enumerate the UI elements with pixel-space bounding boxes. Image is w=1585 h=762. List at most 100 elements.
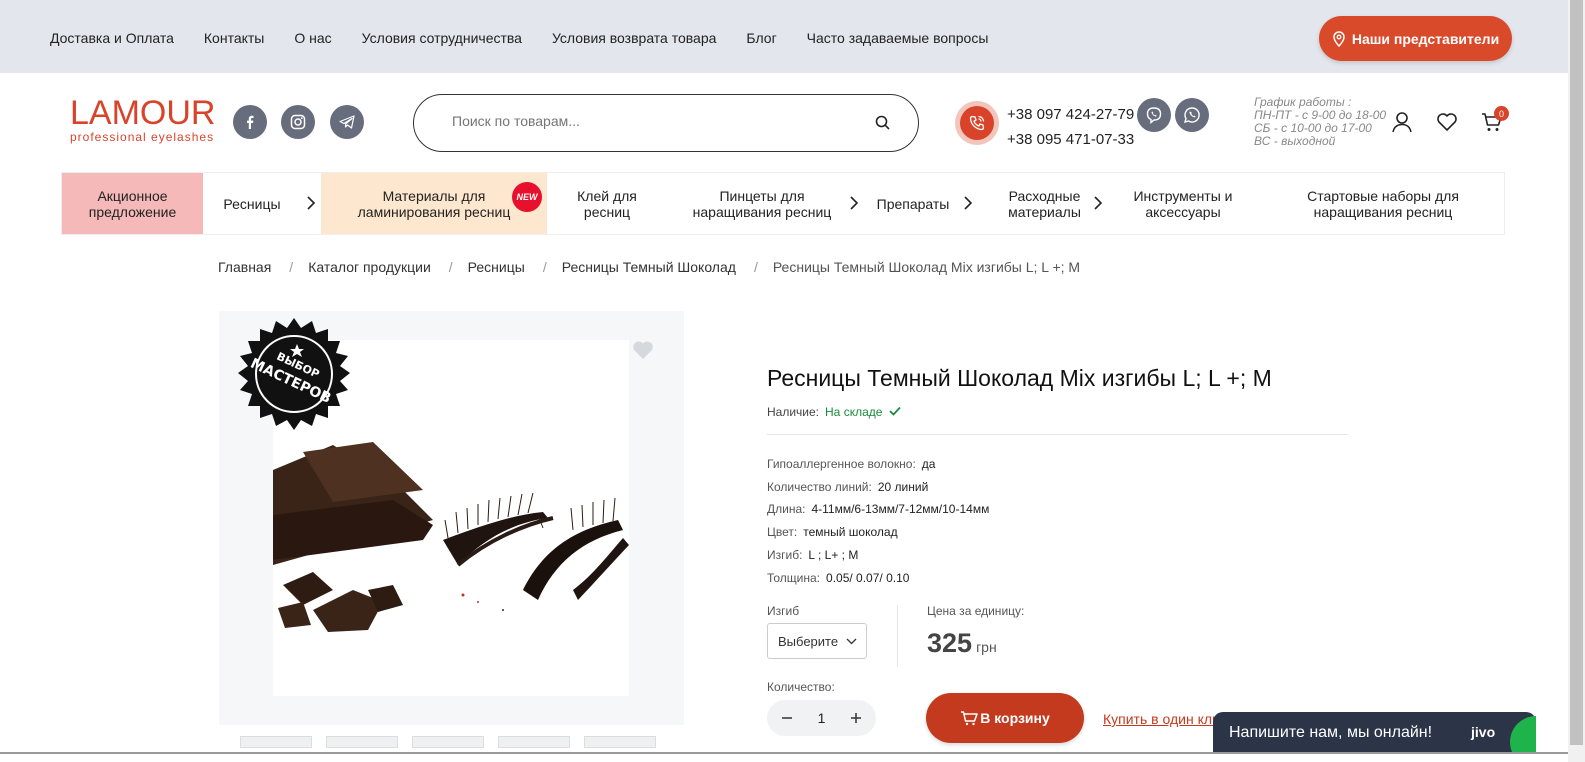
top-nav-cooperation[interactable]: Условия сотрудничества [362, 30, 522, 46]
bend-select-value: Выберите [778, 633, 839, 649]
property-row: Гипоаллергенное волокно: да [767, 453, 989, 476]
schedule-sunday: ВС - выходной [1254, 134, 1336, 148]
property-key: Толщина: [767, 570, 821, 585]
category-tools[interactable]: Инструменты и аксессуары [1118, 173, 1248, 234]
property-key: Изгиб: [767, 547, 803, 562]
facebook-icon[interactable] [233, 105, 267, 139]
top-nav-returns[interactable]: Условия возврата товара [552, 30, 716, 46]
category-label: Материалы для ламинирования ресниц [357, 187, 511, 220]
category-lamination[interactable]: Материалы для ламинирования ресниц NEW [321, 173, 547, 234]
add-to-cart-label: В корзину [980, 710, 1050, 726]
category-label: Расходные материалы [1008, 187, 1081, 220]
product-title: Ресницы Темный Шоколад Mix изгибы L; L +… [767, 365, 1272, 391]
quantity-value[interactable]: 1 [818, 710, 826, 726]
thumbnail[interactable] [584, 736, 656, 748]
representatives-label: Наши представители [1351, 30, 1500, 47]
scrollbar-thumb[interactable] [1570, 0, 1583, 745]
divider [767, 434, 1347, 435]
category-label: Ресницы [223, 195, 281, 212]
chat-status-indicator [1508, 712, 1536, 754]
favorite-heart-icon[interactable] [632, 340, 654, 360]
property-value: L ; L+ ; M [808, 547, 859, 562]
thumbnail[interactable] [240, 736, 312, 748]
property-row: Количество линий: 20 линий [767, 476, 989, 499]
minus-icon[interactable] [781, 712, 793, 724]
top-nav-delivery[interactable]: Доставка и Оплата [50, 30, 174, 46]
category-label: Пинцеты для наращивания ресниц [692, 187, 832, 220]
heart-icon[interactable] [1436, 111, 1458, 133]
product-properties: Гипоаллергенное волокно: да Количество ли… [767, 453, 989, 589]
representatives-button[interactable]: Наши представители [1319, 16, 1512, 61]
bend-label: Изгиб [767, 604, 800, 618]
top-nav-faq[interactable]: Часто задаваемые вопросы [807, 30, 989, 46]
masters-choice-badge: ВЫБОР МАСТЕРОВ [238, 318, 350, 430]
thumbnail-strip [240, 736, 656, 748]
page-scrollbar[interactable] [1568, 0, 1585, 762]
property-row: Длина: 4-11мм/6-13мм/7-12мм/10-14мм [767, 498, 989, 521]
top-nav-blog[interactable]: Блог [746, 30, 776, 46]
top-nav: Доставка и Оплата Контакты О нас Условия… [50, 30, 1018, 46]
phone-number-1[interactable]: +38 097 424-27-79 [1007, 106, 1134, 123]
breadcrumb: Главная / Каталог продукции / Ресницы / Рес… [218, 259, 1081, 275]
new-badge: NEW [512, 182, 542, 212]
cart-count-badge: 0 [1494, 106, 1509, 121]
category-tweezers[interactable]: Пинцеты для наращивания ресниц [667, 173, 867, 234]
divider [897, 605, 898, 667]
phone-call-icon[interactable] [955, 101, 999, 145]
category-glue[interactable]: Клей для ресниц [547, 173, 667, 234]
category-consumables[interactable]: Расходные материалы [992, 173, 1112, 234]
category-label: Стартовые наборы для наращивания ресниц [1307, 187, 1459, 220]
category-lashes[interactable]: Ресницы [203, 173, 321, 234]
instagram-icon[interactable] [281, 105, 315, 139]
price: 325 грн [927, 628, 997, 659]
category-label: Акционное предложение [88, 187, 177, 220]
telegram-icon[interactable] [330, 105, 364, 139]
availability-value: На складе [825, 405, 883, 419]
top-nav-contacts[interactable]: Контакты [204, 30, 264, 46]
top-nav-about[interactable]: О нас [294, 30, 331, 46]
category-preparations[interactable]: Препараты [867, 173, 977, 234]
breadcrumb-catalog[interactable]: Каталог продукции [308, 259, 431, 275]
chevron-down-icon [846, 638, 857, 644]
breadcrumb-home[interactable]: Главная [218, 259, 271, 275]
user-icon[interactable] [1391, 111, 1413, 133]
property-value: да [921, 457, 936, 471]
property-value: темный шоколад [803, 525, 898, 540]
thumbnail[interactable] [498, 736, 570, 748]
breadcrumb-dark-chocolate[interactable]: Ресницы Темный Шоколад [562, 259, 736, 275]
thumbnail[interactable] [412, 736, 484, 748]
price-label: Цена за единицу: [927, 604, 1025, 618]
property-key: Гипоаллергенное волокно: [767, 457, 916, 471]
plus-icon[interactable] [850, 712, 862, 724]
bend-select[interactable]: Выберите [767, 623, 867, 659]
price-currency: грн [976, 639, 997, 655]
chat-widget-text: Напишите нам, мы онлайн! [1229, 724, 1433, 741]
whatsapp-icon[interactable] [1175, 98, 1209, 132]
chevron-right-icon [850, 196, 858, 210]
breadcrumb-lashes[interactable]: Ресницы [468, 259, 525, 275]
buy-one-click-link[interactable]: Купить в один клик [1103, 711, 1218, 727]
thumbnail[interactable] [326, 736, 398, 748]
category-promo[interactable]: Акционное предложение [62, 173, 203, 234]
availability-label: Наличие: [767, 405, 820, 419]
chevron-right-icon [307, 196, 315, 210]
phone-number-2[interactable]: +38 095 471-07-33 [1007, 131, 1134, 148]
add-to-cart-button[interactable]: В корзину [926, 693, 1084, 743]
price-value: 325 [927, 628, 973, 658]
property-row: Изгиб: L ; L+ ; M [767, 544, 989, 567]
search-input[interactable] [452, 113, 852, 129]
checkmark-icon [889, 406, 901, 416]
property-key: Длина: [767, 502, 806, 517]
chevron-right-icon [964, 196, 972, 210]
property-value: 20 линий [877, 479, 929, 494]
chat-widget[interactable]: Напишите нам, мы онлайн! jivo [1213, 712, 1536, 754]
property-row: Толщина: 0.05/ 0.07/ 0.10 [767, 567, 989, 590]
cart-icon [961, 711, 978, 726]
search-icon[interactable] [874, 114, 892, 132]
site-logo[interactable]: LAMOUR professional eyelashes [70, 96, 215, 144]
viber-icon[interactable] [1137, 98, 1171, 132]
work-schedule: График работы : ПН-ПТ - с 9-00 до 18-00 … [1254, 96, 1386, 148]
category-starter-kits[interactable]: Стартовые наборы для наращивания ресниц [1288, 173, 1478, 234]
divider [0, 752, 1568, 754]
quantity-stepper: 1 [767, 700, 876, 736]
